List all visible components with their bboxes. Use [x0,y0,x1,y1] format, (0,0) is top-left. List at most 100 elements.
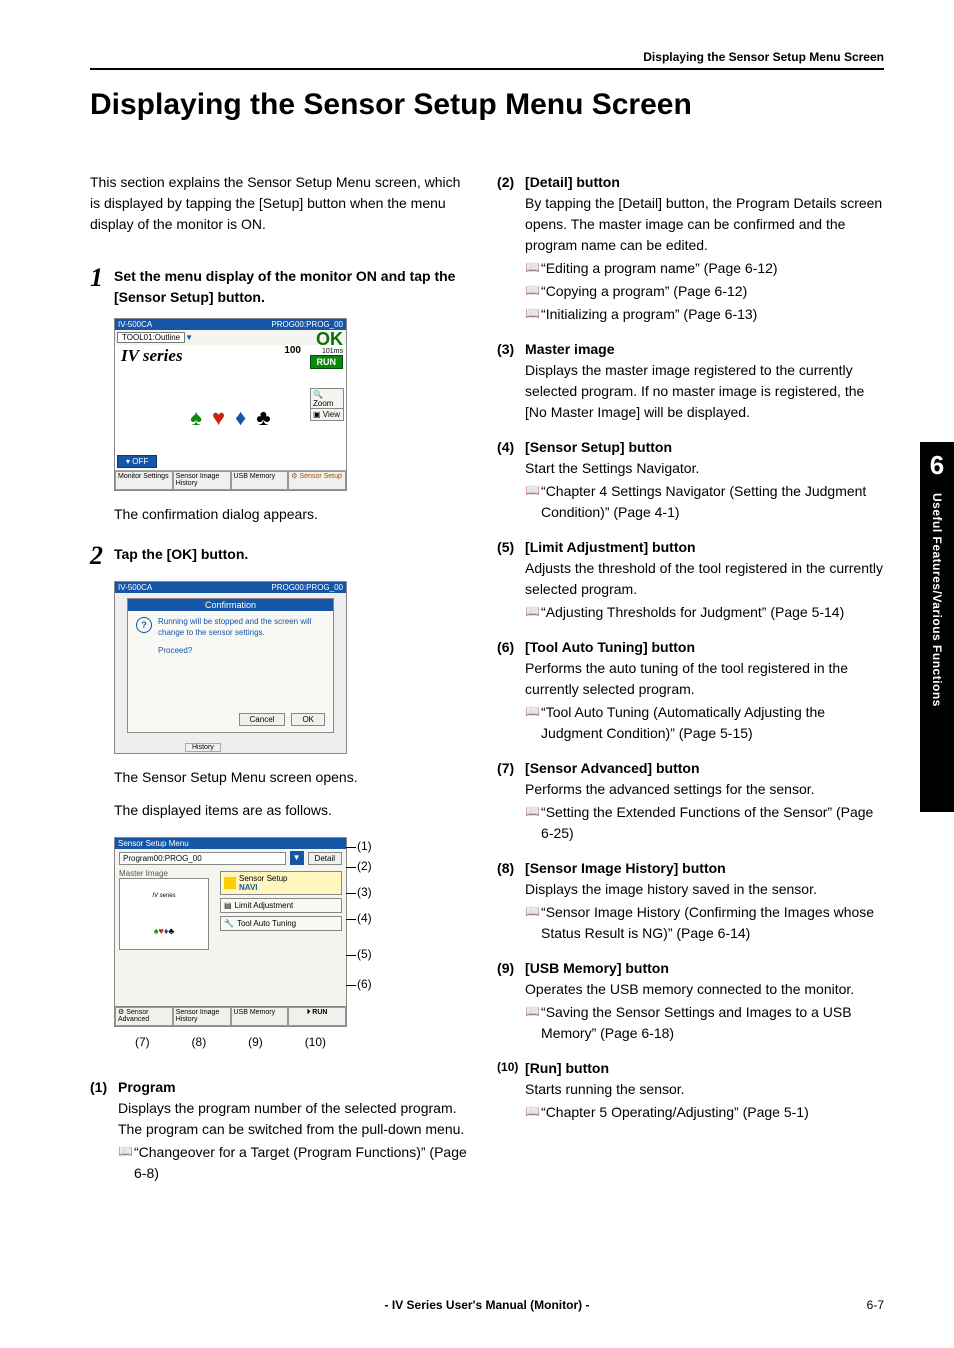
item-2-ref1: “Editing a program name” (Page 6-12) [541,258,778,279]
dev1-usb-button[interactable]: USB Memory [231,471,289,490]
dialog-cancel-button[interactable]: Cancel [239,713,286,726]
dev1-sensor-history-button[interactable]: Sensor Image History [173,471,231,490]
item-3-num: (3) [497,339,525,360]
callout-3: (3) [357,885,372,899]
ssm-master-label: Master Image [119,869,214,878]
step-2-caption-2: The displayed items are as follows. [114,799,467,821]
left-column: This section explains the Sensor Setup M… [90,172,467,1198]
item-6-ref: “Tool Auto Tuning (Automatically Adjusti… [541,702,884,744]
dialog-prog: PROG00:PROG_00 [271,583,343,592]
callout-10: (10) [305,1035,326,1049]
dev1-monitor-settings-button[interactable]: Monitor Settings [115,471,173,490]
club-icon: ♣ [256,405,270,431]
book-icon: 📖 [118,1142,134,1160]
ssm-usb-button[interactable]: USB Memory [231,1007,289,1026]
item-10-title: [Run] button [525,1058,609,1079]
item-3-title: Master image [525,339,614,360]
chapter-side-tab: 6 Useful Features/Various Functions [920,442,954,812]
dialog-model: IV-500CA [118,583,152,592]
item-7-ref: “Setting the Extended Functions of the S… [541,802,884,844]
dialog-title: Confirmation [128,599,333,611]
item-7: (7) [Sensor Advanced] button Performs th… [497,758,884,844]
dialog-proceed: Proceed? [158,646,325,656]
item-6-body: Performs the auto tuning of the tool reg… [525,658,884,700]
item-10-num: (10) [497,1058,525,1079]
ssm-detail-button[interactable]: Detail [308,852,342,865]
book-icon: 📖 [525,281,541,299]
slider-icon: ▤ [224,901,232,910]
item-4-num: (4) [497,437,525,458]
item-1-ref: “Changeover for a Target (Program Functi… [134,1142,467,1184]
item-10: (10) [Run] button Starts running the sen… [497,1058,884,1123]
ssm-titlebar: Sensor Setup Menu [115,838,346,849]
dev1-score: 100 [284,345,301,356]
intro-text: This section explains the Sensor Setup M… [90,172,467,235]
dev1-run-badge: RUN [310,355,344,369]
item-8: (8) [Sensor Image History] button Displa… [497,858,884,944]
item-8-body: Displays the image history saved in the … [525,879,884,900]
item-4-ref: “Chapter 4 Settings Navigator (Setting t… [541,481,884,523]
book-icon: 📖 [525,902,541,920]
ssm-master-image: IV series ♠ ♥ ♦ ♣ [119,878,209,950]
item-2-ref2: “Copying a program” (Page 6-12) [541,281,747,302]
screenshot-2: IV-500CA PROG00:PROG_00 Confirmation ? R… [114,581,349,756]
item-4-body: Start the Settings Navigator. [525,458,884,479]
dev1-view-button[interactable]: ▣ View [310,408,344,421]
item-7-title: [Sensor Advanced] button [525,758,700,779]
callout-2: (2) [357,859,372,873]
dialog-history-tab[interactable]: History [185,743,221,752]
item-9: (9) [USB Memory] button Operates the USB… [497,958,884,1044]
item-1: (1) Program Displays the program number … [90,1077,467,1184]
ssm-sensor-advanced-button[interactable]: ⚙ Sensor Advanced [115,1007,173,1026]
callout-6: (6) [357,977,372,991]
callout-1: (1) [357,839,372,853]
item-5-num: (5) [497,537,525,558]
chevron-down-icon[interactable]: ▼ [290,851,304,865]
dialog-ok-button[interactable]: OK [291,713,325,726]
page-header: Displaying the Sensor Setup Menu Screen [90,50,884,70]
item-7-num: (7) [497,758,525,779]
book-icon: 📖 [525,802,541,820]
dev1-tool-select[interactable]: TOOL01:Outline [117,332,185,343]
item-2: (2) [Detail] button By tapping the [Deta… [497,172,884,325]
item-5-title: [Limit Adjustment] button [525,537,696,558]
step-2: 2 Tap the [OK] button. IV-500CA PROG00:P… [90,541,467,821]
item-6-num: (6) [497,637,525,658]
ssm-sensor-history-button[interactable]: Sensor Image History [173,1007,231,1026]
ssm-sensor-setup-button[interactable]: Sensor Setup NAVI [220,871,342,895]
item-10-ref: “Chapter 5 Operating/Adjusting” (Page 5-… [541,1102,809,1123]
dev1-zoom-button[interactable]: 🔍 Zoom [310,388,344,410]
item-8-title: [Sensor Image History] button [525,858,726,879]
ssm-tool-auto-tuning-button[interactable]: 🔧 Tool Auto Tuning [220,916,342,931]
callout-8: (8) [192,1035,207,1049]
item-3: (3) Master image Displays the master ima… [497,339,884,423]
ssm-limit-adjustment-button[interactable]: ▤ Limit Adjustment [220,898,342,913]
item-9-title: [USB Memory] button [525,958,669,979]
book-icon: 📖 [525,702,541,720]
sensor-setup-menu-screenshot: Sensor Setup Menu Program00:PROG_00 ▼ De… [114,837,347,1027]
footer-page-number: 6-7 [867,1298,884,1312]
chapter-number: 6 [930,450,944,481]
step-2-caption-1: The Sensor Setup Menu screen opens. [114,766,467,788]
diamond-icon: ♦ [235,405,246,431]
page-footer: - IV Series User's Manual (Monitor) - 6-… [90,1298,884,1312]
dev1-sensor-setup-button[interactable]: ⚙ Sensor Setup [288,471,346,490]
callout-4: (4) [357,911,372,925]
item-6-title: [Tool Auto Tuning] button [525,637,695,658]
dev1-off-button[interactable]: ▾ OFF [117,455,157,468]
screenshot-1: IV-500CA PROG00:PROG_00 TOOL01:Outline ▼… [114,318,349,493]
ssm-program-select[interactable]: Program00:PROG_00 [119,852,286,865]
book-icon: 📖 [525,1102,541,1120]
ssm-run-button[interactable]: ⏵ RUN [288,1007,346,1026]
item-4-title: [Sensor Setup] button [525,437,672,458]
book-icon: 📖 [525,1002,541,1020]
dev1-model: IV-500CA [118,320,152,329]
book-icon: 📖 [525,304,541,322]
item-9-num: (9) [497,958,525,979]
book-icon: 📖 [525,258,541,276]
dev1-time: 101ms [310,348,344,355]
dev1-ok: OK [310,330,344,348]
page-title: Displaying the Sensor Setup Menu Screen [90,88,884,122]
header-breadcrumb: Displaying the Sensor Setup Menu Screen [643,50,884,64]
footer-manual-title: - IV Series User's Manual (Monitor) - [90,1298,884,1312]
